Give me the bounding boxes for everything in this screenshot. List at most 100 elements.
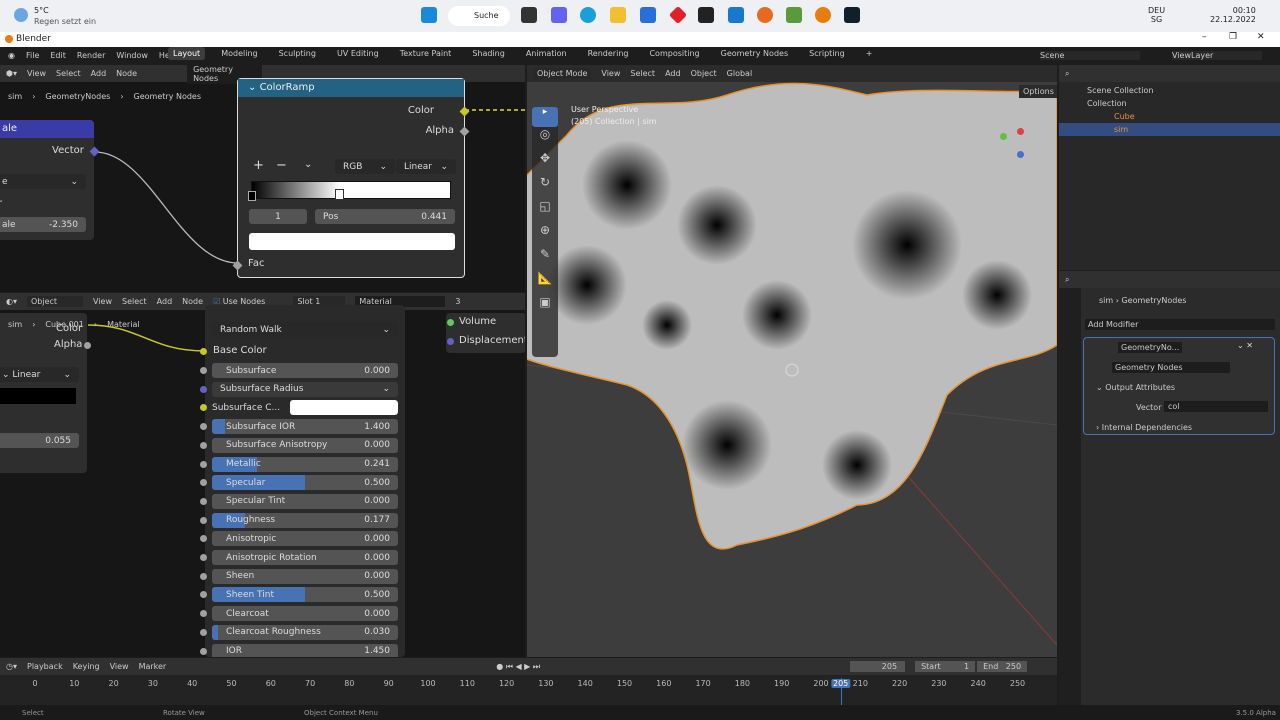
language-indicator[interactable]: DEU SG [1148,6,1165,24]
remove-stop-button[interactable]: − [276,158,287,173]
menu-edit[interactable]: Edit [50,51,66,60]
input-socket[interactable] [200,367,207,374]
stop-pos-field[interactable]: Pos 0.441 [315,209,455,224]
select-tool-icon[interactable]: ▸ [532,107,558,127]
windows-start-icon[interactable] [421,7,437,23]
menu-view[interactable]: View [601,69,620,78]
menu-object[interactable]: Object [691,69,717,78]
playback-controls[interactable]: ● ⏮ ◀ ▶ ⏭ [496,662,540,672]
bsdf-input-subsurface-ior[interactable]: Subsurface IOR 1.400 [212,419,398,435]
bsdf-input-metallic[interactable]: Metallic 0.241 [212,456,398,472]
viewlayer-selector[interactable]: ViewLayer [1172,51,1262,60]
menu-sculpting[interactable]: Sculpting [274,47,321,60]
menu-select[interactable]: Select [630,69,655,78]
node-group-selector[interactable]: Geometry Nodes [1112,362,1230,373]
bsdf-input-subsurface-radius[interactable]: Subsurface Radius ⌄ [212,381,398,397]
color-mode-dropdown[interactable]: RGB ⌄ [335,159,395,174]
cursor-tool-icon[interactable]: ◎ [532,127,558,151]
input-socket[interactable] [200,404,207,412]
bsdf-input-subsurface-c-[interactable]: Subsurface C... [212,400,398,416]
principled-bsdf-node[interactable]: Random Walk ⌄ Base Color Subsurface 0.000 S… [200,305,405,657]
menu-shading[interactable]: Shading [467,47,510,60]
vector-attribute-field[interactable]: col [1164,401,1268,412]
bsdf-input-ior[interactable]: IOR 1.450 [212,643,398,657]
internal-dependencies-panel[interactable]: › Internal Dependencies [1096,423,1192,432]
mode-dropdown[interactable]: Object Mode [533,68,592,79]
outliner-item-sim[interactable]: sim [1114,125,1128,134]
bsdf-input-clearcoat[interactable]: Clearcoat 0.000 [212,606,398,622]
close-modifier-icon[interactable]: ⌄ ✕ [1237,341,1253,350]
input-socket[interactable] [200,385,207,393]
app-red-icon[interactable] [668,5,688,25]
app-dark-icon[interactable] [844,7,860,23]
output-attributes-panel[interactable]: ⌄ Output Attributes [1096,383,1175,392]
input-socket[interactable] [200,516,207,524]
input-socket[interactable] [200,554,207,561]
maximize-button[interactable]: ❐ [1229,32,1237,42]
annotate-tool-icon[interactable]: ✎ [532,247,558,271]
menu-compositing[interactable]: Compositing [644,47,704,60]
bsdf-input-roughness[interactable]: Roughness 0.177 [212,512,398,528]
minecraft-icon[interactable] [786,7,802,23]
menu-geometry-nodes[interactable]: Geometry Nodes [716,47,793,60]
options-dropdown[interactable]: Options [1019,85,1057,98]
menu--[interactable]: + [861,47,878,60]
mode-dropdown[interactable]: e ⌄ [0,174,86,189]
menu-playback[interactable]: Playback [27,662,63,671]
add-modifier-dropdown[interactable]: Add Modifier [1085,319,1275,330]
bsdf-input-sheen[interactable]: Sheen 0.000 [212,568,398,584]
geometry-node-editor[interactable]: ⬢▾ View Select Add Node Geometry Nodes sim ›… [0,65,525,292]
clock[interactable]: 00:10 22.12.2022 [1210,6,1256,24]
input-socket[interactable] [200,535,207,543]
properties-editor[interactable]: ⌕ sim › GeometryNodes Add Modifier Geome… [1059,271,1280,705]
add-stop-button[interactable]: + [253,158,264,173]
input-socket[interactable] [200,423,207,431]
bsdf-input-sheen-tint[interactable]: Sheen Tint 0.500 [212,587,398,603]
bsdf-input-subsurface-anisotropy[interactable]: Subsurface Anisotropy 0.000 [212,437,398,453]
explorer-icon[interactable] [610,7,626,23]
input-socket[interactable] [200,497,207,505]
modifier-name-field[interactable]: GeometryNo... [1118,342,1183,353]
input-socket[interactable] [200,628,207,636]
input-socket[interactable] [200,441,207,449]
input-socket[interactable] [200,610,207,618]
blender-menu-icon[interactable]: ◉ [8,51,15,60]
bsdf-input-anisotropic[interactable]: Anisotropic 0.000 [212,531,398,547]
subsurface-method-dropdown[interactable]: Random Walk ⌄ [212,322,398,337]
outliner-item-cube[interactable]: Cube [1114,112,1135,121]
scale-field[interactable]: ale -2.350 [0,217,86,232]
weather-text[interactable]: Regen setzt ein [34,17,96,26]
input-socket[interactable] [200,591,207,599]
menu-keying[interactable]: Keying [73,662,100,671]
firefox-icon[interactable] [757,7,773,23]
menu-texture-paint[interactable]: Texture Paint [395,47,457,60]
bsdf-input-clearcoat-roughness[interactable]: Clearcoat Roughness 0.030 [212,624,398,640]
input-socket[interactable] [200,647,207,655]
menu-window[interactable]: Window [116,51,148,60]
input-socket[interactable] [200,479,207,487]
bsdf-input-subsurface[interactable]: Subsurface 0.000 [212,363,398,378]
outliner[interactable]: ⌕ Scene Collection Collection Cube sim [1059,65,1280,270]
task-view-icon[interactable] [521,7,537,23]
3d-viewport[interactable]: Object Mode View Select Add Object Global O… [527,65,1057,657]
taskbar-search[interactable]: Suche [448,6,510,26]
menu-rendering[interactable]: Rendering [583,47,634,60]
input-socket[interactable] [200,572,207,580]
volume-socket[interactable] [447,319,454,326]
outliner-item-scene-collection[interactable]: Scene Collection [1087,86,1154,95]
colorramp-node[interactable]: ⌄ ColorRamp Color Alpha + − ⌄ RGB ⌄ Linea… [232,78,470,278]
app-blue-icon[interactable] [728,7,744,23]
orientation-dropdown[interactable]: Global [727,69,753,78]
shader-editor[interactable]: ◐▾ Object View Select Add Node ☑ Use Nodes … [0,293,525,657]
editor-type-icon[interactable]: ◷▾ [6,662,17,671]
measure-tool-icon[interactable]: 📐 [532,271,558,295]
bsdf-input-specular[interactable]: Specular 0.500 [212,475,398,491]
store-icon[interactable] [640,7,656,23]
add-cube-tool-icon[interactable]: ▣ [532,295,558,319]
menu-layout[interactable]: Layout [168,47,206,60]
menu-uv-editing[interactable]: UV Editing [332,47,384,60]
menu-view[interactable]: View [110,662,129,671]
menu-scripting[interactable]: Scripting [804,47,850,60]
stop-color-swatch[interactable] [249,233,455,250]
menu-marker[interactable]: Marker [139,662,167,671]
